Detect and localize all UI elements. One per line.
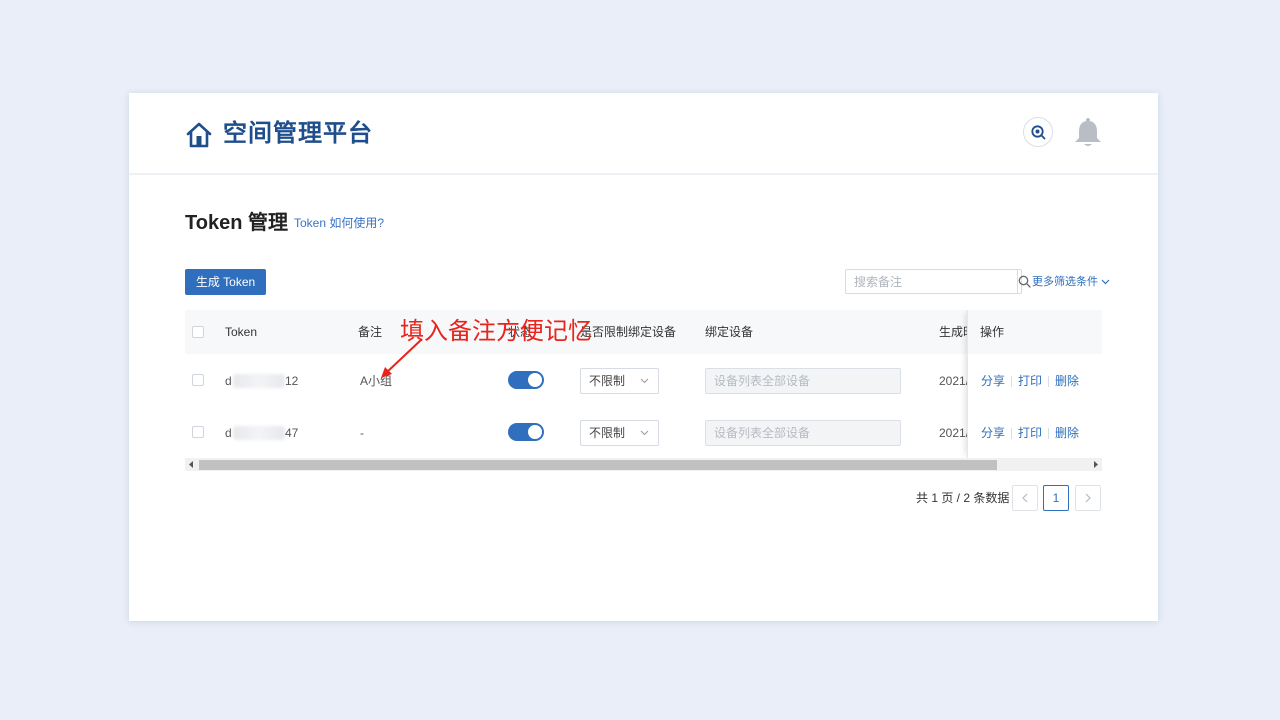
remark-search (845, 269, 1031, 294)
remark-search-button[interactable] (1017, 270, 1031, 293)
bound-devices-input: 设备列表全部设备 (705, 420, 901, 446)
action-divider (1048, 376, 1049, 387)
limit-select-value: 不限制 (589, 374, 626, 388)
limit-select[interactable]: 不限制 (580, 420, 659, 446)
page-title: Token 管理 (185, 212, 288, 234)
remark-search-input[interactable] (846, 270, 1017, 293)
actions-column: 操作 分享 打印 删除 分享 打印 删除 (967, 310, 1102, 458)
row-checkbox[interactable] (192, 426, 204, 438)
search-icon (1031, 125, 1046, 140)
app-title: 空间管理平台 (223, 120, 373, 147)
more-filters-toggle[interactable]: 更多筛选条件 (1032, 274, 1110, 290)
table-row: d 12 A小组 不限制 设备列表全部设备 2021/ (185, 354, 1102, 407)
delete-button[interactable]: 删除 (1055, 373, 1079, 389)
token-suffix: 47 (285, 426, 299, 440)
next-page-button[interactable] (1075, 485, 1101, 511)
delete-button[interactable]: 删除 (1055, 425, 1079, 441)
token-help-link[interactable]: Token 如何使用? (294, 214, 384, 232)
bell-icon[interactable] (1073, 117, 1103, 149)
search-icon (1018, 275, 1031, 288)
header-bound-devices: 绑定设备 (705, 325, 754, 339)
action-divider (1048, 428, 1049, 439)
bound-devices-input: 设备列表全部设备 (705, 368, 901, 394)
header-token: Token (225, 325, 258, 339)
prev-page-button[interactable] (1012, 485, 1038, 511)
share-button[interactable]: 分享 (981, 373, 1005, 389)
horizontal-scrollbar[interactable] (185, 458, 1102, 471)
action-divider (1011, 376, 1012, 387)
created-time: 2021/ (939, 374, 970, 388)
status-toggle[interactable] (508, 371, 544, 389)
main-card: 空间管理平台 Token 管理 Token 如何使用? 生成 Token 更多筛… (129, 93, 1158, 621)
chevron-down-icon (640, 430, 649, 436)
select-all-checkbox[interactable] (192, 326, 204, 338)
token-table: Token 备注 状态 是否限制绑定设备 绑定设备 生成时间 d 12 A小组 … (185, 310, 1102, 472)
header-limit-binding: 是否限制绑定设备 (580, 325, 677, 339)
global-search-button[interactable] (1023, 117, 1053, 147)
print-button[interactable]: 打印 (1018, 425, 1042, 441)
scroll-right-icon[interactable] (1093, 461, 1098, 468)
token-prefix: d (225, 374, 232, 388)
more-filters-label: 更多筛选条件 (1032, 276, 1098, 288)
scroll-left-icon[interactable] (189, 461, 194, 468)
limit-select-value: 不限制 (589, 426, 626, 440)
token-prefix: d (225, 426, 232, 440)
action-divider (1011, 428, 1012, 439)
app-header: 空间管理平台 (129, 93, 1158, 175)
chevron-down-icon (1101, 279, 1110, 285)
token-suffix: 12 (285, 374, 299, 388)
share-button[interactable]: 分享 (981, 425, 1005, 441)
status-toggle[interactable] (508, 423, 544, 441)
annotation-arrow (381, 338, 423, 378)
chevron-right-icon (1085, 493, 1091, 503)
page-number-button[interactable]: 1 (1043, 485, 1069, 511)
annotation-label: 填入备注方便记忆 (400, 317, 592, 345)
generate-token-button[interactable]: 生成 Token (185, 269, 266, 295)
chevron-down-icon (640, 378, 649, 384)
token-redaction (233, 374, 285, 388)
home-icon (186, 122, 212, 148)
chevron-left-icon (1022, 493, 1028, 503)
limit-select[interactable]: 不限制 (580, 368, 659, 394)
created-time: 2021/ (939, 426, 970, 440)
scrollbar-thumb[interactable] (199, 460, 997, 470)
remark-value: - (360, 426, 364, 440)
row-checkbox[interactable] (192, 374, 204, 386)
header-actions: 操作 (980, 325, 1005, 339)
table-header: Token 备注 状态 是否限制绑定设备 绑定设备 生成时间 (185, 310, 1102, 354)
table-row: d 47 - 不限制 设备列表全部设备 2021/ (185, 406, 1102, 459)
pagination-info: 共 1 页 / 2 条数据 (916, 491, 1010, 505)
print-button[interactable]: 打印 (1018, 373, 1042, 389)
token-redaction (233, 426, 285, 440)
